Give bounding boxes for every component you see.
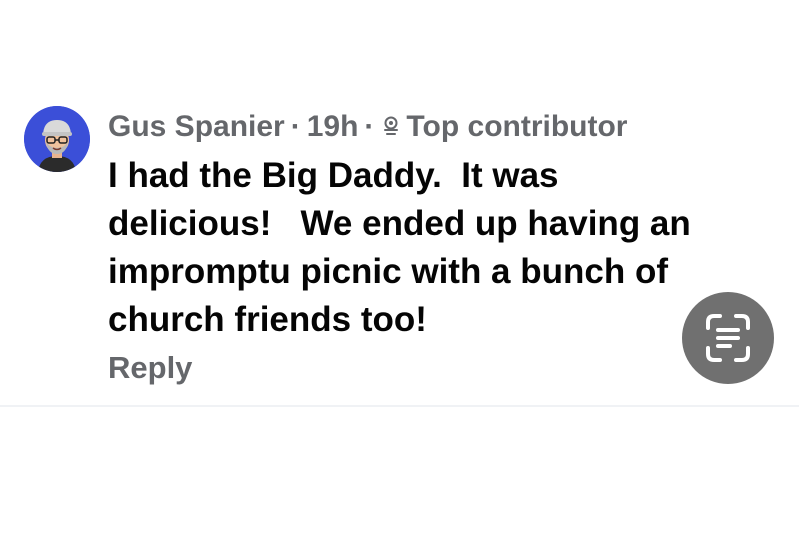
separator: · xyxy=(364,110,375,143)
page: Gus Spanier · 19h · Top contributor I ha… xyxy=(0,0,799,556)
avatar[interactable] xyxy=(24,106,90,172)
timestamp[interactable]: 19h xyxy=(307,110,359,144)
top-contributor-icon xyxy=(382,112,400,135)
comment-text: I had the Big Daddy. It was delicious! W… xyxy=(108,156,691,339)
comment-header: Gus Spanier · 19h · Top contributor xyxy=(108,110,627,144)
memoji-avatar-icon xyxy=(24,106,90,172)
separator: · xyxy=(290,110,301,143)
comment: Gus Spanier · 19h · Top contributor I ha… xyxy=(24,100,784,400)
author-name[interactable]: Gus Spanier xyxy=(108,110,285,144)
divider xyxy=(0,405,799,407)
top-contributor-badge: Top contributor xyxy=(406,110,628,143)
text-scan-button[interactable] xyxy=(682,292,774,384)
text-scan-icon xyxy=(706,314,750,362)
reply-button[interactable]: Reply xyxy=(108,350,192,386)
